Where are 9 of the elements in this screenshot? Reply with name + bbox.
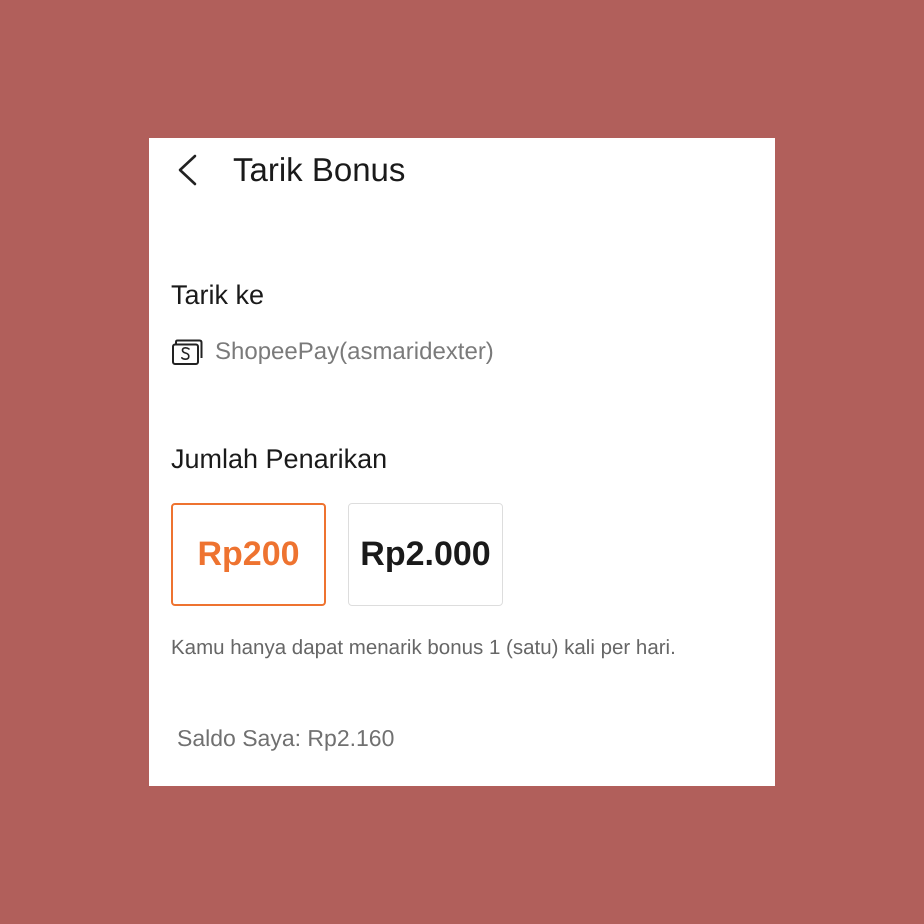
section-label: Tarik ke <box>171 279 264 311</box>
account-name: ShopeePay(asmaridexter) <box>215 337 494 367</box>
limit-note: Kamu hanya dapat menarik bonus 1 (satu) kali per hari. <box>171 636 676 660</box>
section-label: Jumlah Penarikan <box>171 443 388 475</box>
back-icon[interactable] <box>176 154 198 186</box>
wallet-icon <box>172 339 203 365</box>
amount-option[interactable]: Rp2.000 <box>348 503 503 606</box>
balance-text: Saldo Saya: Rp2.160 <box>177 724 394 752</box>
page-title: Tarik Bonus <box>233 151 406 189</box>
